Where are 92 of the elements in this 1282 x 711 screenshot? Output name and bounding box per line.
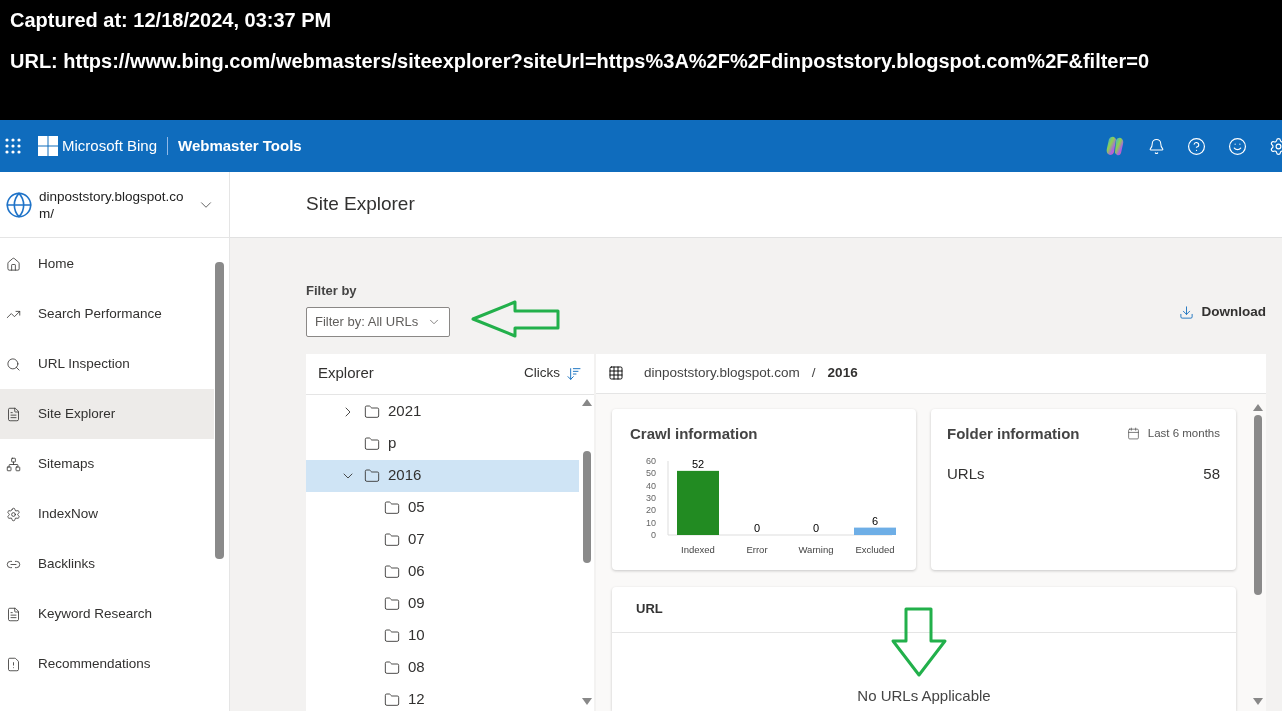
y-tick-label: 10 [646, 517, 656, 528]
folder-grid-icon [608, 365, 624, 381]
folder-icon [384, 595, 400, 612]
bar-value-label: 6 [871, 514, 879, 527]
capture-timestamp: Captured at: 12/18/2024, 03:37 PM [10, 8, 333, 33]
help-icon[interactable] [1187, 136, 1206, 156]
nav-item[interactable]: Home [0, 239, 214, 289]
tree-item[interactable]: 05 [306, 491, 579, 524]
windows-logo-icon [38, 136, 58, 156]
y-tick-label: 40 [646, 480, 656, 491]
home-icon [6, 256, 21, 272]
nav-item[interactable]: Backlinks [0, 539, 214, 589]
bar-value-label: 52 [691, 457, 705, 470]
tree-item[interactable]: 2016 [306, 459, 579, 492]
category-label: Warning [798, 544, 834, 555]
card-title: Crawl information [630, 423, 759, 444]
sort-button[interactable]: Clicks [524, 363, 582, 384]
nav-item[interactable]: IndexNow [0, 489, 214, 539]
tree-item[interactable]: 07 [306, 523, 579, 556]
bar-value-label: 0 [812, 522, 820, 534]
folder-icon [384, 499, 400, 516]
category-label: Error [746, 544, 768, 555]
metric-label: URLs [947, 464, 985, 484]
bar [677, 470, 719, 535]
category-label: Excluded [855, 544, 895, 555]
panel-title: Explorer [318, 363, 374, 384]
bar-value-label: 0 [753, 522, 761, 534]
tree-item[interactable]: 2021 [306, 395, 579, 428]
filter-dropdown[interactable]: Filter by: All URLs [306, 306, 450, 337]
scroll-down-icon[interactable] [1253, 698, 1263, 705]
nav-item[interactable]: URL Inspection [0, 339, 214, 389]
nav-item[interactable]: Search Performance [0, 289, 214, 339]
sitemap-icon [6, 456, 21, 472]
download-icon [1178, 304, 1194, 320]
document-icon [6, 606, 21, 622]
arrow-icon [470, 300, 562, 338]
breadcrumb-current: 2016 [827, 363, 858, 382]
copilot-icon[interactable] [1104, 135, 1126, 157]
breadcrumb-separator: / [811, 363, 816, 382]
arrow-icon [890, 606, 948, 678]
tree-item[interactable]: p [306, 427, 579, 460]
folder-icon [364, 403, 380, 420]
y-tick-label: 20 [646, 505, 656, 516]
product-name[interactable]: Webmaster Tools [178, 134, 302, 158]
y-tick-label: 50 [646, 468, 656, 479]
nav-item[interactable]: Recommendations [0, 639, 214, 689]
nav-item[interactable]: Keyword Research [0, 589, 214, 639]
settings-icon[interactable] [1269, 136, 1282, 156]
folder-icon [384, 627, 400, 644]
filter-label: Filter by [306, 282, 358, 300]
nav-item[interactable]: Sitemaps [0, 439, 214, 489]
app-launcher-icon[interactable] [5, 138, 21, 154]
scrollbar-thumb[interactable] [215, 262, 224, 559]
y-tick-label: 0 [651, 530, 656, 540]
globe-icon [5, 190, 33, 219]
tree-item[interactable]: 06 [306, 555, 579, 588]
tree-item[interactable]: 09 [306, 587, 579, 620]
bar [854, 527, 896, 535]
page-title: Site Explorer [306, 192, 415, 217]
folder-icon [384, 691, 400, 708]
folder-icon [364, 435, 380, 452]
category-label: Indexed [681, 544, 715, 555]
search-icon [6, 356, 21, 372]
scrollbar-thumb[interactable] [582, 450, 591, 563]
tree-item[interactable]: 08 [306, 651, 579, 684]
folder-icon [384, 563, 400, 580]
y-tick-label: 60 [646, 456, 656, 466]
brand-name[interactable]: Microsoft Bing [62, 134, 158, 158]
metric-value: 58 [1203, 464, 1220, 484]
capture-url: URL: https://www.bing.com/webmasters/siteexplorer?siteUrl=https%3A%2F%2Fdinpoststory.blogspot.com%2F&filter=0 [10, 49, 1151, 74]
folder-icon [364, 467, 380, 484]
period-label: Last 6 months [1147, 426, 1220, 442]
y-tick-label: 30 [646, 493, 656, 503]
list-icon [6, 406, 21, 422]
tree-item[interactable]: 12 [306, 683, 579, 711]
feedback-icon[interactable] [1228, 136, 1247, 156]
folder-icon [384, 531, 400, 548]
folder-icon [384, 659, 400, 676]
column-header: URL [636, 600, 663, 619]
site-picker[interactable]: dinpoststory.blogspot.com/ [0, 172, 229, 238]
tree-item[interactable]: 10 [306, 619, 579, 652]
card-title: Folder information [947, 423, 1080, 444]
scrollbar-thumb[interactable] [1254, 414, 1262, 595]
breadcrumb-link[interactable]: dinpoststory.blogspot.com [644, 362, 800, 384]
nav-item[interactable]: Site Explorer [0, 389, 214, 439]
sort-icon [566, 365, 582, 382]
empty-message: No URLs Applicable [857, 685, 991, 706]
notifications-icon[interactable] [1148, 137, 1165, 155]
warning-document-icon [6, 656, 21, 672]
calendar-icon [1126, 427, 1140, 441]
download-button[interactable]: Download [1178, 302, 1266, 323]
settings-icon [6, 506, 21, 522]
